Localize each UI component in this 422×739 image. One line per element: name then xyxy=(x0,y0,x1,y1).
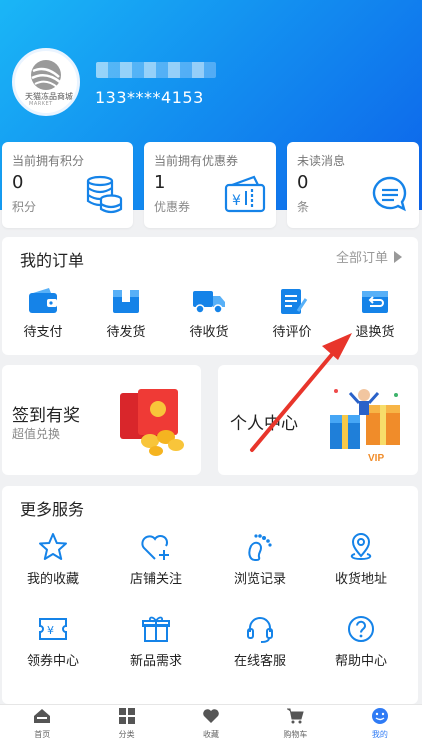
vip-gift-illustration-icon: VIP xyxy=(330,389,400,464)
tab-home-label: 首页 xyxy=(34,730,51,739)
order-returns[interactable]: 退换货 xyxy=(335,287,415,340)
chevron-right-icon xyxy=(394,250,402,263)
tab-cart[interactable]: 购物车 xyxy=(253,705,337,739)
order-pending-review[interactable]: 待评价 xyxy=(252,287,332,340)
svg-text:¥: ¥ xyxy=(232,193,241,209)
checkin-title: 签到有奖 xyxy=(12,406,80,426)
footprint-icon xyxy=(248,534,272,562)
service-history-label: 浏览记录 xyxy=(233,572,286,587)
service-new-product-request[interactable]: 新品需求 xyxy=(115,614,197,669)
service-favorites[interactable]: 我的收藏 xyxy=(12,532,94,587)
tab-category-label: 分类 xyxy=(118,730,135,739)
package-icon xyxy=(113,290,139,313)
coupons-value: 1 xyxy=(154,172,166,193)
help-circle-icon xyxy=(348,616,374,642)
heart-plus-icon xyxy=(141,534,169,560)
coupons-card[interactable]: 当前拥有优惠券 1 优惠券 ¥ xyxy=(144,142,276,228)
tab-favorites[interactable]: 收藏 xyxy=(169,705,253,739)
headset-icon xyxy=(247,617,273,643)
order-pending-review-label: 待评价 xyxy=(272,325,312,340)
orders-title: 我的订单 xyxy=(20,251,85,270)
service-favorites-label: 我的收藏 xyxy=(26,572,79,587)
coupons-title: 当前拥有优惠券 xyxy=(154,154,239,168)
cart-icon xyxy=(287,708,305,724)
order-pending-receipt-label: 待收货 xyxy=(189,325,229,340)
ticket-icon: ¥ xyxy=(39,618,67,640)
tab-cart-label: 购物车 xyxy=(283,730,308,739)
service-address-label: 收货地址 xyxy=(334,572,387,587)
all-orders-label: 全部订单 xyxy=(335,251,388,266)
order-returns-label: 退换货 xyxy=(355,325,395,340)
database-icon xyxy=(86,175,123,214)
all-orders-link[interactable]: 全部订单 xyxy=(336,247,402,266)
tab-favorites-label: 收藏 xyxy=(203,730,220,739)
truck-icon xyxy=(193,291,225,314)
points-title: 当前拥有积分 xyxy=(12,154,85,168)
home-icon xyxy=(34,709,51,723)
order-pending-payment[interactable]: 待支付 xyxy=(3,287,83,340)
service-followed-shops[interactable]: 店铺关注 xyxy=(115,532,197,587)
coupons-unit: 优惠券 xyxy=(154,200,191,214)
personal-center-title: 个人中心 xyxy=(230,414,298,434)
bottom-tab-bar: 首页 分类 收藏 购物车 我的 xyxy=(0,704,422,739)
service-help-center-label: 帮助中心 xyxy=(334,654,387,669)
service-coupon-center[interactable]: ¥ 领券中心 xyxy=(12,614,94,669)
service-followed-shops-label: 店铺关注 xyxy=(129,572,182,587)
services-panel: 更多服务 我的收藏 店铺关注 浏览记录 收货地址 ¥ 领券中心 新品需求 在线客… xyxy=(2,486,418,704)
service-help-center[interactable]: 帮助中心 xyxy=(320,614,402,669)
coupon-icon: ¥ xyxy=(224,175,266,213)
vip-text: VIP xyxy=(368,453,384,464)
avatar-brand-sub: MARKET xyxy=(29,101,53,107)
wallet-icon xyxy=(29,288,57,313)
messages-title: 未读消息 xyxy=(297,154,346,168)
location-pin-icon xyxy=(350,533,372,561)
edit-document-icon xyxy=(281,289,308,314)
points-card[interactable]: 当前拥有积分 0 积分 xyxy=(2,142,133,228)
tab-home[interactable]: 首页 xyxy=(0,705,84,739)
order-pending-shipment-label: 待发货 xyxy=(106,325,146,340)
services-title: 更多服务 xyxy=(20,500,85,519)
svg-text:¥: ¥ xyxy=(47,624,54,637)
service-history[interactable]: 浏览记录 xyxy=(219,532,301,587)
personal-center-card[interactable]: 个人中心 VIP xyxy=(218,365,418,475)
order-pending-payment-label: 待支付 xyxy=(23,325,63,340)
service-online-support-label: 在线客服 xyxy=(233,654,286,669)
star-icon xyxy=(39,533,67,560)
tab-mine-label: 我的 xyxy=(371,730,388,739)
tab-category[interactable]: 分类 xyxy=(84,705,168,739)
service-online-support[interactable]: 在线客服 xyxy=(219,614,301,669)
order-pending-receipt[interactable]: 待收货 xyxy=(169,287,249,340)
blurred-username xyxy=(96,62,216,78)
messages-value: 0 xyxy=(297,172,309,193)
return-box-icon xyxy=(362,291,388,313)
points-value: 0 xyxy=(12,172,24,193)
points-unit: 积分 xyxy=(12,200,37,214)
messages-unit: 条 xyxy=(297,200,310,214)
service-coupon-center-label: 领券中心 xyxy=(26,654,79,669)
order-pending-shipment[interactable]: 待发货 xyxy=(86,287,166,340)
red-envelope-icon xyxy=(120,389,184,456)
checkin-card[interactable]: 签到有奖 超值兑换 xyxy=(2,365,201,475)
heart-icon xyxy=(203,709,219,723)
message-icon xyxy=(372,176,407,212)
grid-icon xyxy=(118,708,135,724)
tab-mine[interactable]: 我的 xyxy=(338,705,422,739)
gift-icon xyxy=(142,616,170,642)
checkin-subtitle: 超值兑换 xyxy=(12,427,61,441)
service-new-product-request-label: 新品需求 xyxy=(129,654,182,669)
messages-card[interactable]: 未读消息 0 条 xyxy=(287,142,419,228)
service-address[interactable]: 收货地址 xyxy=(320,532,402,587)
phone-number: 133****4153 xyxy=(95,88,204,107)
smile-face-icon xyxy=(371,708,388,724)
avatar[interactable]: 天猫冻品商城 MARKET xyxy=(12,48,80,116)
orders-panel: 我的订单 全部订单 待支付 待发货 待收货 待评价 退换货 xyxy=(2,237,418,355)
